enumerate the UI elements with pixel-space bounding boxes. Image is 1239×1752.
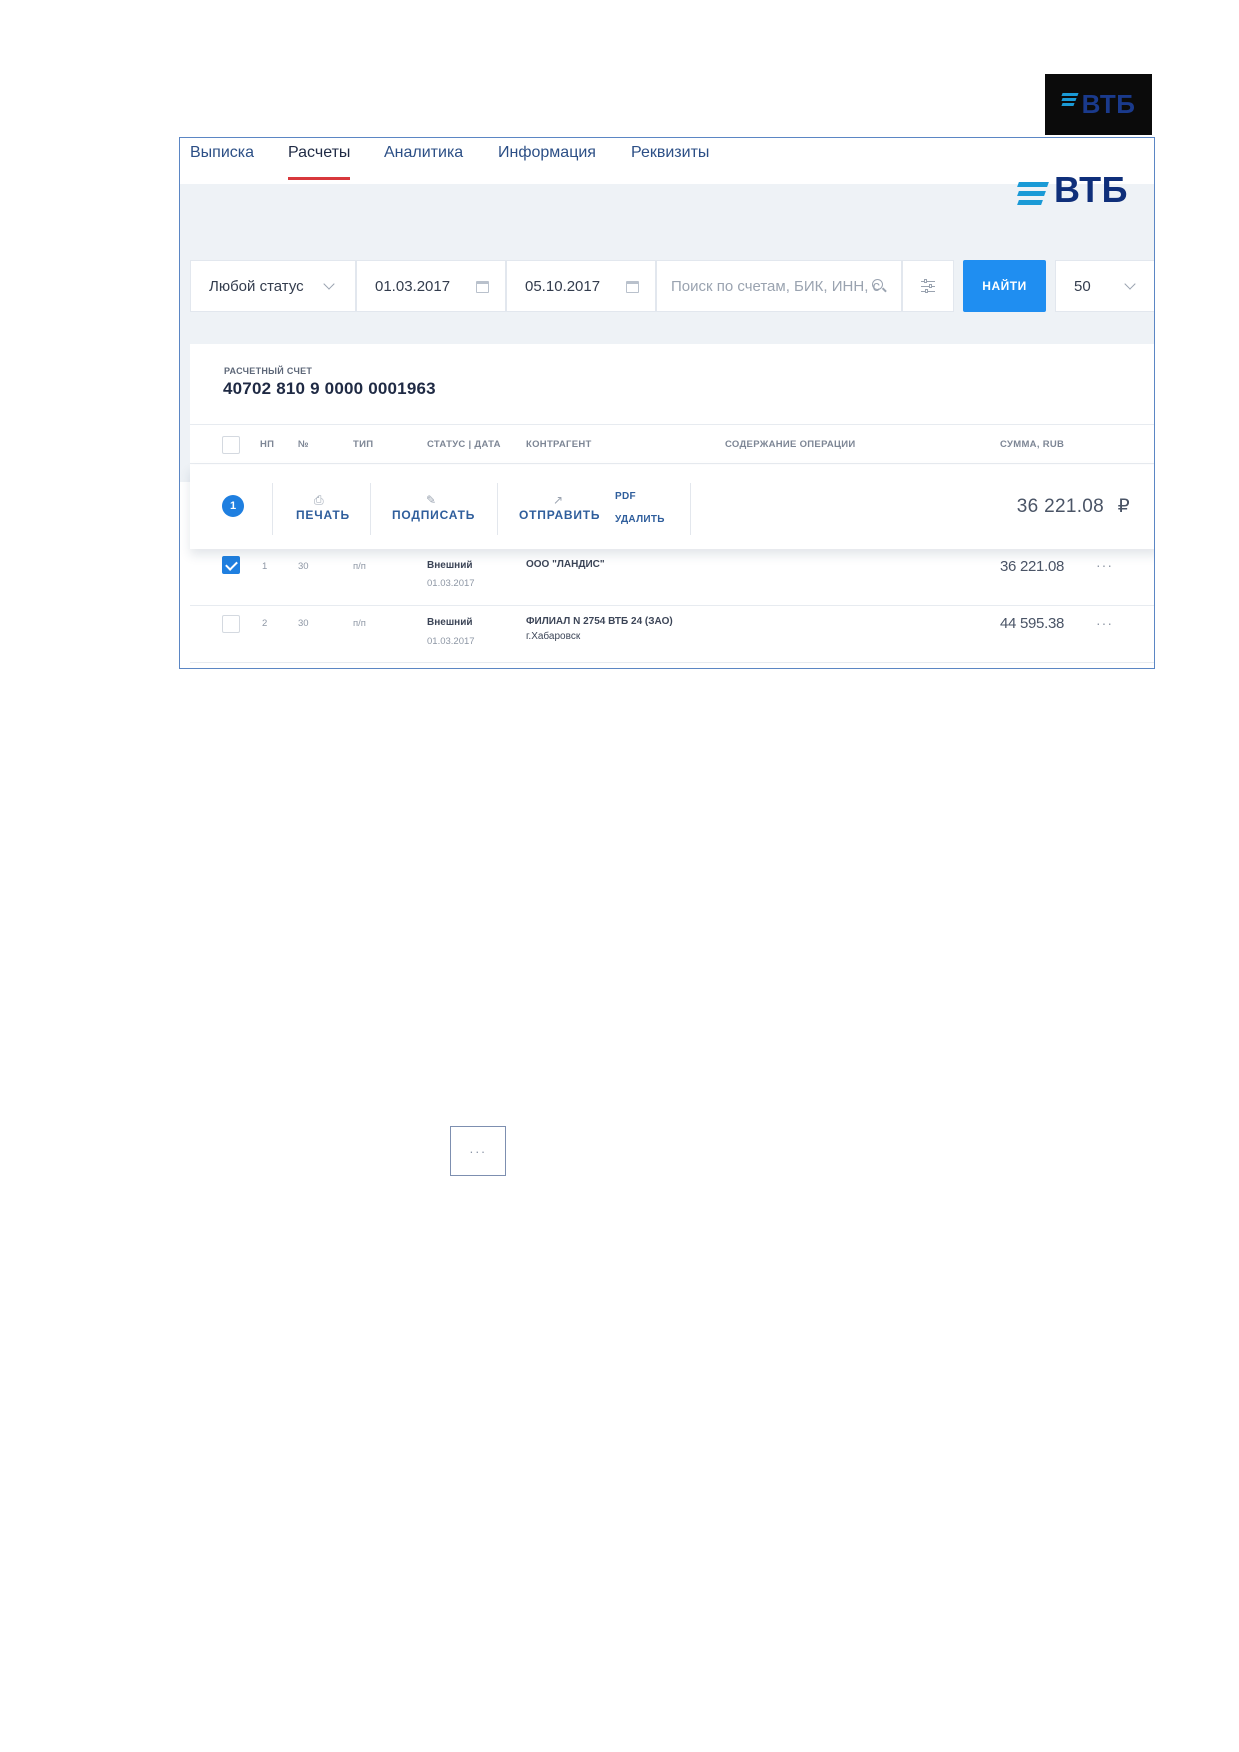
app-window: Выписка Расчеты Аналитика Информация Рек… — [179, 137, 1155, 669]
pen-icon: ✎ — [426, 493, 437, 507]
col-amount: СУММА, RUB — [1000, 439, 1065, 450]
row-checkbox[interactable] — [222, 556, 240, 574]
row-status: Внешний — [427, 617, 473, 628]
tab-rekvizity[interactable]: Реквизиты — [631, 142, 709, 180]
search-input[interactable]: Поиск по счетам, БИК, ИНН, с — [656, 260, 902, 312]
row-date: 01.03.2017 — [427, 636, 475, 647]
find-button[interactable]: НАЙТИ — [963, 260, 1046, 312]
date-to-field[interactable]: 05.10.2017 — [506, 260, 656, 312]
more-button[interactable]: ··· — [450, 1126, 506, 1176]
row-amount: 36 221.08 — [1000, 558, 1065, 575]
col-status-date: СТАТУС | ДАТА — [427, 439, 501, 450]
vtb-header-logo: ВТБ — [1017, 169, 1128, 210]
ruble-sign: ₽ — [1117, 496, 1130, 517]
print-button[interactable]: ПЕЧАТЬ — [296, 508, 350, 522]
header-logo-wordmark: ВТБ — [1054, 169, 1128, 210]
row-number: 30 — [298, 618, 309, 629]
chevron-down-icon — [323, 278, 335, 290]
selected-total: 36 221.08 ₽ — [1017, 495, 1130, 518]
page-size-value: 50 — [1074, 277, 1091, 295]
row-amount: 44 595.38 — [1000, 615, 1065, 632]
tab-raschety[interactable]: Расчеты — [288, 142, 351, 180]
sliders-icon — [921, 279, 935, 293]
tab-informaciya[interactable]: Информация — [498, 142, 596, 180]
search-icon[interactable] — [872, 279, 883, 290]
divider — [272, 483, 273, 535]
status-select-value: Любой статус — [209, 277, 304, 295]
send-button[interactable]: ОТПРАВИТЬ — [519, 508, 600, 522]
selected-count-badge: 1 — [222, 495, 244, 517]
search-placeholder: Поиск по счетам, БИК, ИНН, с — [671, 277, 881, 295]
table-row[interactable]: 2 30 п/п Внешний 01.03.2017 ФИЛИАЛ N 275… — [190, 606, 1154, 663]
row-date: 01.03.2017 — [427, 578, 475, 589]
account-label: РАСЧЕТНЫЙ СЧЕТ — [224, 366, 313, 376]
calendar-icon[interactable] — [626, 281, 639, 293]
tab-analitika[interactable]: Аналитика — [384, 142, 463, 180]
row-np: 2 — [262, 618, 268, 629]
row-checkbox[interactable] — [222, 615, 240, 633]
advanced-filter-button[interactable] — [902, 260, 954, 312]
col-description: СОДЕРЖАНИЕ ОПЕРАЦИИ — [725, 439, 856, 450]
account-number: 40702 810 9 0000 0001963 — [223, 379, 436, 398]
date-from-field[interactable]: 01.03.2017 — [356, 260, 506, 312]
date-to-value: 05.10.2017 — [525, 277, 601, 295]
row-menu-icon[interactable]: ··· — [1096, 557, 1113, 573]
account-card: РАСЧЕТНЫЙ СЧЕТ 40702 810 9 0000 0001963 … — [190, 344, 1154, 668]
arrow-up-right-icon: ↗ — [553, 493, 564, 507]
divider — [497, 483, 498, 535]
chevron-down-icon — [1124, 278, 1136, 290]
sign-button[interactable]: ПОДПИСАТЬ — [392, 508, 475, 522]
col-counterparty: КОНТРАГЕНТ — [526, 439, 592, 450]
table-header: НП № ТИП СТАТУС | ДАТА КОНТРАГЕНТ СОДЕРЖ… — [190, 424, 1154, 464]
calendar-icon[interactable] — [476, 281, 489, 293]
row-number: 30 — [298, 561, 309, 572]
row-type: п/п — [353, 561, 366, 572]
row-type: п/п — [353, 618, 366, 629]
delete-button[interactable]: УДАЛИТЬ — [615, 514, 665, 525]
divider — [690, 483, 691, 535]
row-counterparty-city: г.Хабаровск — [526, 631, 581, 642]
divider — [370, 483, 371, 535]
selection-action-bar: 1 ⎙ ПЕЧАТЬ ✎ ПОДПИСАТЬ ↗ ОТПРАВИТЬ PDF У… — [190, 465, 1154, 549]
tab-vypiska[interactable]: Выписка — [190, 142, 254, 180]
pdf-button[interactable]: PDF — [615, 491, 636, 502]
status-select[interactable]: Любой статус — [190, 260, 356, 312]
vtb-stripes-icon — [1061, 92, 1080, 109]
date-from-value: 01.03.2017 — [375, 277, 451, 295]
table-row[interactable]: 1 30 п/п Внешний 01.03.2017 ООО "ЛАНДИС"… — [190, 549, 1154, 606]
corner-logo-wordmark: ВТБ — [1081, 89, 1136, 119]
vtb-corner-logo: ВТБ — [1045, 74, 1152, 135]
vtb-stripes-icon — [1017, 182, 1050, 208]
row-status: Внешний — [427, 560, 473, 571]
top-nav: Выписка Расчеты Аналитика Информация Рек… — [180, 138, 1154, 184]
page-size-select[interactable]: 50 — [1055, 260, 1154, 312]
row-counterparty[interactable]: ФИЛИАЛ N 2754 ВТБ 24 (ЗАО) — [526, 616, 673, 627]
printer-icon: ⎙ — [314, 493, 324, 507]
col-np: НП — [260, 439, 275, 450]
col-number: № — [298, 439, 309, 450]
row-np: 1 — [262, 561, 268, 572]
row-menu-icon[interactable]: ··· — [1096, 615, 1113, 631]
row-counterparty[interactable]: ООО "ЛАНДИС" — [526, 559, 605, 570]
col-type: ТИП — [353, 439, 374, 450]
select-all-checkbox[interactable] — [222, 436, 240, 454]
selected-total-amount: 36 221.08 — [1016, 496, 1105, 517]
